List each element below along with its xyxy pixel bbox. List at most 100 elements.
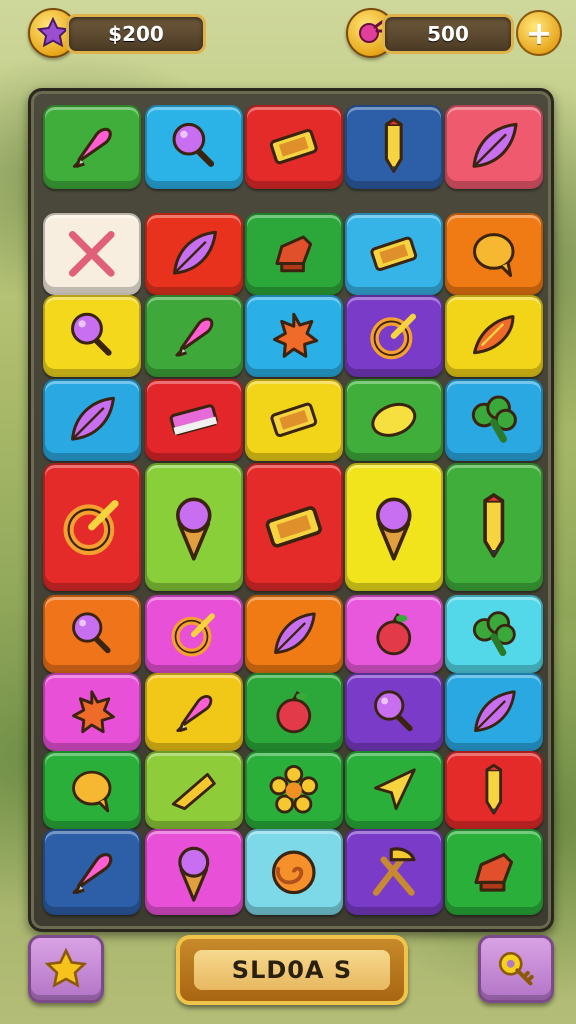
candy-bar-icon	[247, 465, 341, 589]
ice-cream-icon	[347, 465, 441, 589]
ice-cream-icon	[147, 831, 241, 913]
rocket-icon	[45, 107, 139, 187]
crossed-bones-icon	[45, 215, 139, 293]
ice-cream-icon	[147, 465, 241, 589]
board-tile[interactable]	[145, 213, 243, 295]
board-tile[interactable]	[445, 213, 543, 295]
leaf-icon	[45, 381, 139, 459]
main-action-label: SLD0A S	[194, 950, 390, 990]
board-tile[interactable]	[43, 673, 141, 751]
lollipop-icon	[147, 107, 241, 187]
board-tile[interactable]	[445, 673, 543, 751]
board-tile[interactable]	[245, 751, 343, 829]
swirl-icon	[247, 831, 341, 913]
add-currency-button[interactable]: +	[516, 10, 562, 56]
board-tile[interactable]	[145, 595, 243, 673]
board-tile[interactable]	[445, 829, 543, 915]
board-tile[interactable]	[245, 673, 343, 751]
board-tile[interactable]	[145, 295, 243, 377]
broccoli-icon	[447, 381, 541, 459]
coin-counter: $200	[66, 14, 206, 54]
ring-icon	[147, 597, 241, 671]
leaf-icon	[447, 107, 541, 187]
leaf-icon	[247, 597, 341, 671]
rocket-icon	[147, 675, 241, 749]
ring-icon	[347, 297, 441, 375]
apple-icon	[347, 597, 441, 671]
board-tile[interactable]	[145, 751, 243, 829]
star-icon	[45, 948, 87, 988]
candy-bar-icon	[247, 107, 341, 187]
board-tile[interactable]	[43, 463, 141, 591]
board-tile[interactable]	[345, 751, 443, 829]
board-tile[interactable]	[445, 295, 543, 377]
leaf-icon	[447, 675, 541, 749]
splat-icon	[45, 675, 139, 749]
bubble-icon	[45, 753, 139, 827]
hint-button[interactable]	[478, 935, 554, 1003]
gem-counter: 500	[382, 14, 514, 54]
star-icon	[37, 17, 69, 48]
key-icon	[498, 951, 534, 986]
rocket-icon	[45, 831, 139, 913]
splat-icon	[247, 297, 341, 375]
top-hud: $200 500 +	[0, 6, 576, 58]
board-tile[interactable]	[145, 379, 243, 461]
board-tile[interactable]	[145, 829, 243, 915]
board-tile[interactable]	[245, 105, 343, 189]
board-tile[interactable]	[445, 463, 543, 591]
board-tile[interactable]	[245, 213, 343, 295]
favorites-button[interactable]	[28, 935, 104, 1003]
hammer-icon	[347, 831, 441, 913]
board-tile[interactable]	[245, 595, 343, 673]
main-action-button[interactable]: SLD0A S	[176, 935, 408, 1005]
apple-icon	[247, 675, 341, 749]
board-tile[interactable]	[345, 295, 443, 377]
eraser-icon	[147, 381, 241, 459]
board-tile[interactable]	[145, 463, 243, 591]
lemon-icon	[347, 381, 441, 459]
board-tile[interactable]	[43, 829, 141, 915]
leaf-icon	[147, 215, 241, 293]
broccoli-icon	[447, 597, 541, 671]
board-tile[interactable]	[43, 105, 141, 189]
board-tile[interactable]	[43, 213, 141, 295]
board-tile[interactable]	[345, 829, 443, 915]
board-tile[interactable]	[445, 379, 543, 461]
board-tile[interactable]	[445, 751, 543, 829]
board-tile[interactable]	[345, 463, 443, 591]
cheese-icon	[147, 753, 241, 827]
board-tile[interactable]	[345, 105, 443, 189]
boot-icon	[247, 215, 341, 293]
board-tile[interactable]	[445, 595, 543, 673]
boot-icon	[447, 831, 541, 913]
board-tile[interactable]	[43, 751, 141, 829]
board-tile[interactable]	[43, 295, 141, 377]
board-tile[interactable]	[145, 673, 243, 751]
pepper-icon	[447, 297, 541, 375]
board-tile[interactable]	[43, 595, 141, 673]
flower-icon	[247, 753, 341, 827]
board-tile[interactable]	[245, 463, 343, 591]
lollipop-icon	[45, 597, 139, 671]
board-tile[interactable]	[145, 105, 243, 189]
board-tile[interactable]	[43, 379, 141, 461]
board-tile[interactable]	[445, 105, 543, 189]
arrow-icon	[347, 753, 441, 827]
board-tile[interactable]	[245, 295, 343, 377]
board-tile[interactable]	[245, 379, 343, 461]
candy-bar-icon	[247, 381, 341, 459]
lollipop-icon	[45, 297, 139, 375]
candy-bar-icon	[347, 215, 441, 293]
ring-icon	[45, 465, 139, 589]
pencil-icon	[447, 465, 541, 589]
board-tile[interactable]	[345, 595, 443, 673]
lollipop-icon	[347, 675, 441, 749]
board-tile[interactable]	[345, 379, 443, 461]
board-tile[interactable]	[245, 829, 343, 915]
rocket-icon	[147, 297, 241, 375]
bubble-icon	[447, 215, 541, 293]
pencil-icon	[447, 753, 541, 827]
board-tile[interactable]	[345, 673, 443, 751]
board-tile[interactable]	[345, 213, 443, 295]
